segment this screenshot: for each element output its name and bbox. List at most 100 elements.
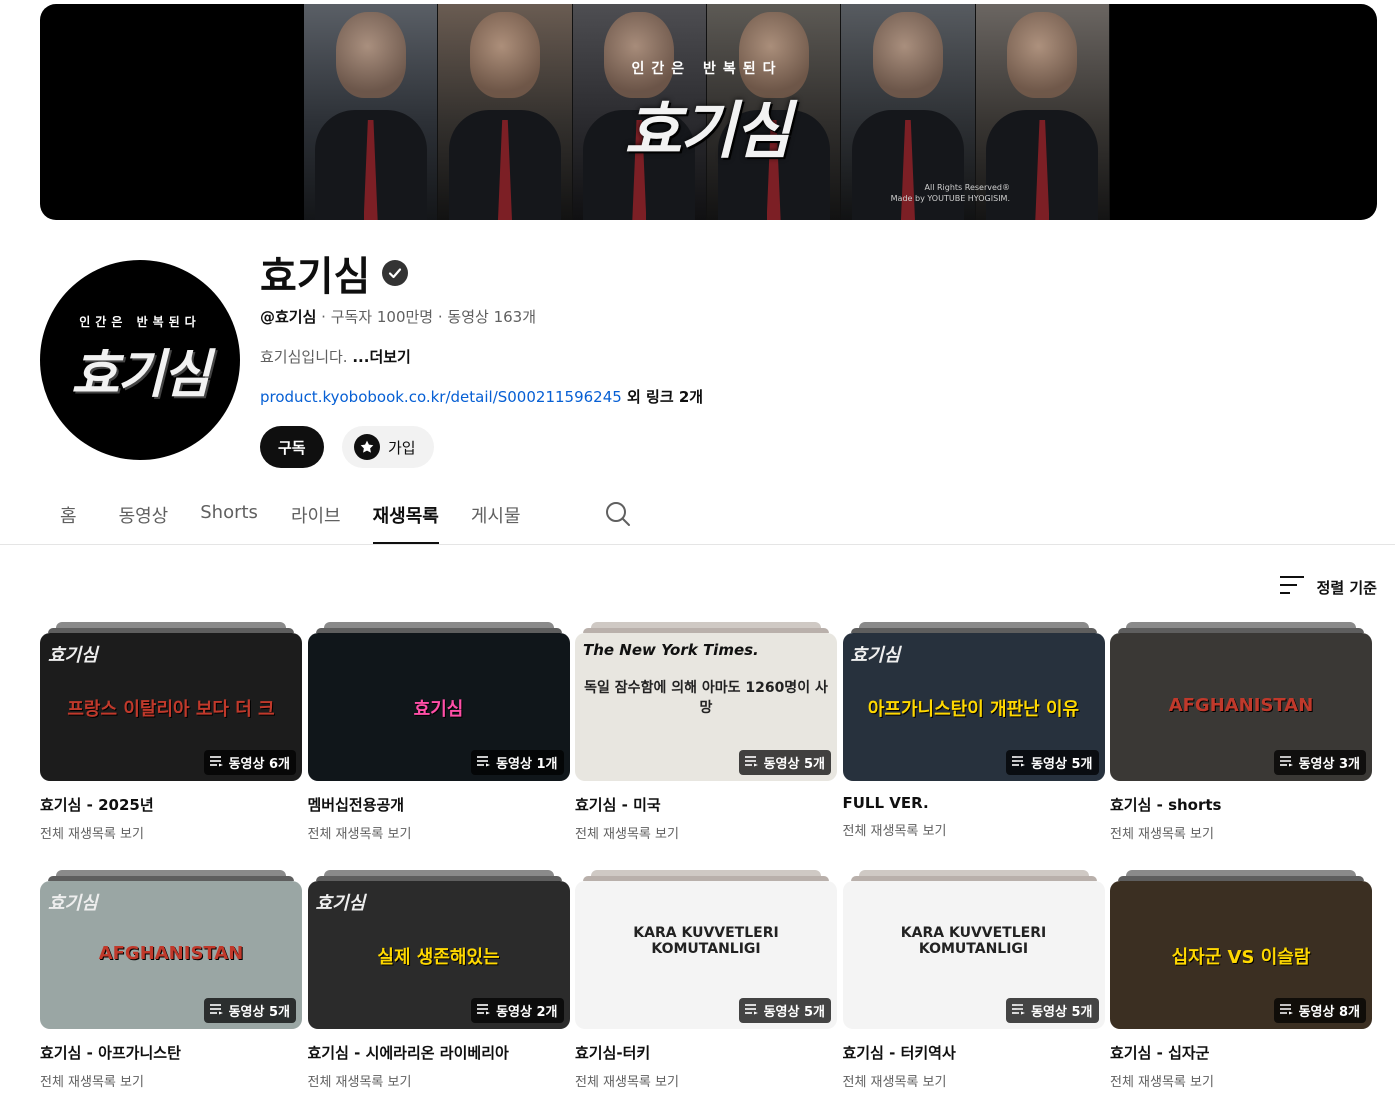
view-full-playlist-link[interactable]: 전체 재생목록 보기 xyxy=(40,823,302,842)
tab-home[interactable]: 홈 xyxy=(60,496,77,544)
video-count-badge: 동영상 3개 xyxy=(1273,750,1366,775)
channel-banner: 인간은 반복된다 효기심 All Rights Reserved® Made b… xyxy=(40,4,1377,220)
video-count-badge: 동영상 5개 xyxy=(1006,998,1099,1023)
video-count-badge: 동영상 5개 xyxy=(1006,750,1099,775)
channel-handle: @효기심 xyxy=(260,308,317,326)
thumbnail-caption: 효기심 xyxy=(413,699,464,720)
tab-posts[interactable]: 게시물 xyxy=(471,496,521,544)
view-full-playlist-link[interactable]: 전체 재생목록 보기 xyxy=(308,1071,570,1090)
playlist-card[interactable]: 효기심 아프가니스탄이 개판난 이유 동영상 5개 FULL VER. 전체 재… xyxy=(842,622,1105,842)
video-count-badge: 동영상 5개 xyxy=(738,998,831,1023)
channel-avatar[interactable]: 인간은 반복된다 효기심 xyxy=(40,260,240,460)
playlist-thumbnail[interactable]: The New York Times. 독일 잠수함에 의해 아마도 1260명… xyxy=(575,622,837,782)
playlist-thumbnail[interactable]: 효기심 프랑스 이탈리아 보다 더 크 동영상 6개 xyxy=(40,622,302,782)
more-links[interactable]: 외 링크 2개 xyxy=(622,388,703,406)
playlist-title[interactable]: FULL VER. xyxy=(843,794,1105,812)
channel-name: 효기심 xyxy=(260,244,409,302)
sort-icon xyxy=(1279,574,1305,600)
thumbnail-image: The New York Times. 독일 잠수함에 의해 아마도 1260명… xyxy=(575,633,837,781)
playlist-title[interactable]: 효기심 - 아프가니스탄 xyxy=(40,1042,302,1063)
star-icon xyxy=(354,434,380,460)
playlist-card[interactable]: KARA KUVVETLERI KOMUTANLIGI 동영상 5개 효기심-터… xyxy=(575,870,837,1090)
playlist-thumbnail[interactable]: 효기심 AFGHANISTAN 동영상 5개 xyxy=(40,870,302,1030)
playlist-thumbnail[interactable]: KARA KUVVETLERI KOMUTANLIGI 동영상 5개 xyxy=(842,870,1105,1030)
playlist-thumbnail[interactable]: AFGHANISTAN 동영상 3개 xyxy=(1110,622,1372,782)
playlist-card[interactable]: AFGHANISTAN 동영상 3개 효기심 - shorts 전체 재생목록 … xyxy=(1110,622,1372,842)
channel-description[interactable]: 효기심입니다. ...더보기 xyxy=(260,346,411,367)
more-link[interactable]: ...더보기 xyxy=(352,348,411,366)
view-full-playlist-link[interactable]: 전체 재생목록 보기 xyxy=(575,1071,837,1090)
playlist-title[interactable]: 효기심 - 미국 xyxy=(575,794,837,815)
playlist-icon xyxy=(744,755,759,771)
banner-subtitle: 인간은 반복된다 xyxy=(631,61,783,77)
playlist-thumbnail[interactable]: KARA KUVVETLERI KOMUTANLIGI 동영상 5개 xyxy=(575,870,837,1030)
playlist-title[interactable]: 효기심 - 2025년 xyxy=(40,794,302,815)
channel-external-link[interactable]: product.kyobobook.co.kr/detail/S00021159… xyxy=(260,388,622,406)
view-full-playlist-link[interactable]: 전체 재생목록 보기 xyxy=(40,1071,302,1090)
check-circle-icon xyxy=(382,260,409,286)
view-full-playlist-link[interactable]: 전체 재생목록 보기 xyxy=(843,820,1105,839)
thumbnail-image: 효기심 실제 생존해있는 동영상 2개 xyxy=(307,881,570,1029)
thumbnail-image: KARA KUVVETLERI KOMUTANLIGI 동영상 5개 xyxy=(842,881,1105,1029)
thumbnail-logo: The New York Times. xyxy=(583,641,759,659)
join-button[interactable]: 가입 xyxy=(342,426,434,468)
thumbnail-caption: 실제 생존해있는 xyxy=(377,947,500,968)
thumbnail-caption: 프랑스 이탈리아 보다 더 크 xyxy=(67,699,275,720)
playlist-title[interactable]: 효기심 - 시에라리온 라이베리아 xyxy=(308,1042,570,1063)
view-full-playlist-link[interactable]: 전체 재생목록 보기 xyxy=(843,1071,1105,1090)
playlist-card[interactable]: The New York Times. 독일 잠수함에 의해 아마도 1260명… xyxy=(575,622,837,842)
channel-page: 인간은 반복된다 효기심 All Rights Reserved® Made b… xyxy=(0,0,1395,1093)
channel-meta: @효기심 · 구독자 100만명 · 동영상 163개 xyxy=(260,306,536,327)
playlist-thumbnail[interactable]: 효기심 아프가니스탄이 개판난 이유 동영상 5개 xyxy=(842,622,1105,782)
view-full-playlist-link[interactable]: 전체 재생목록 보기 xyxy=(1110,1071,1372,1090)
playlist-icon xyxy=(209,755,224,771)
video-count-badge: 동영상 8개 xyxy=(1273,998,1366,1023)
banner-title: 효기심 xyxy=(624,94,791,167)
channel-tabs: 홈 동영상 Shorts 라이브 재생목록 게시물 xyxy=(40,496,521,544)
playlist-card[interactable]: 효기심 프랑스 이탈리아 보다 더 크 동영상 6개 효기심 - 2025년 전… xyxy=(40,622,302,842)
thumbnail-caption: KARA KUVVETLERI KOMUTANLIGI xyxy=(633,925,779,957)
view-full-playlist-link[interactable]: 전체 재생목록 보기 xyxy=(575,823,837,842)
thumbnail-image: AFGHANISTAN 동영상 3개 xyxy=(1110,633,1372,781)
playlist-icon xyxy=(1279,755,1294,771)
playlist-grid: 효기심 프랑스 이탈리아 보다 더 크 동영상 6개 효기심 - 2025년 전… xyxy=(40,622,1372,1090)
playlist-title[interactable]: 효기심 - 터키역사 xyxy=(843,1042,1105,1063)
video-count-badge: 동영상 5개 xyxy=(738,750,831,775)
playlist-icon xyxy=(744,1003,759,1019)
playlist-title[interactable]: 효기심-터키 xyxy=(575,1042,837,1063)
search-icon[interactable] xyxy=(604,500,632,528)
subscribe-button[interactable]: 구독 xyxy=(260,426,324,468)
join-label: 가입 xyxy=(388,439,416,457)
video-count-badge: 동영상 5개 xyxy=(203,998,296,1023)
channel-name-text: 효기심 xyxy=(260,254,371,300)
playlist-card[interactable]: KARA KUVVETLERI KOMUTANLIGI 동영상 5개 효기심 -… xyxy=(842,870,1105,1090)
sort-button[interactable]: 정렬 기준 xyxy=(1279,574,1377,600)
playlist-card[interactable]: 효기심 실제 생존해있는 동영상 2개 효기심 - 시에라리온 라이베리아 전체… xyxy=(307,870,570,1090)
thumbnail-image: 효기심 AFGHANISTAN 동영상 5개 xyxy=(40,881,302,1029)
playlist-title[interactable]: 효기심 - 십자군 xyxy=(1110,1042,1372,1063)
tab-live[interactable]: 라이브 xyxy=(291,496,341,544)
playlist-thumbnail[interactable]: 효기심 동영상 1개 xyxy=(307,622,570,782)
playlist-card[interactable]: 효기심 AFGHANISTAN 동영상 5개 효기심 - 아프가니스탄 전체 재… xyxy=(40,870,302,1090)
thumbnail-caption: AFGHANISTAN xyxy=(98,943,244,964)
channel-stats: · 구독자 100만명 · 동영상 163개 xyxy=(316,308,537,326)
view-full-playlist-link[interactable]: 전체 재생목록 보기 xyxy=(1110,823,1372,842)
thumbnail-caption: KARA KUVVETLERI KOMUTANLIGI xyxy=(900,925,1047,957)
playlist-icon xyxy=(477,1003,491,1019)
thumbnail-caption: AFGHANISTAN xyxy=(1168,695,1314,716)
playlist-thumbnail[interactable]: 효기심 실제 생존해있는 동영상 2개 xyxy=(307,870,570,1030)
tabs-divider xyxy=(0,544,1395,545)
thumbnail-logo: 효기심 xyxy=(850,645,901,666)
playlist-title[interactable]: 효기심 - shorts xyxy=(1110,794,1372,815)
tab-videos[interactable]: 동영상 xyxy=(119,496,169,544)
tab-shorts[interactable]: Shorts xyxy=(200,496,258,544)
playlist-icon xyxy=(209,1003,224,1019)
playlist-thumbnail[interactable]: 십자군 VS 이슬람 동영상 8개 xyxy=(1110,870,1372,1030)
view-full-playlist-link[interactable]: 전체 재생목록 보기 xyxy=(308,823,570,842)
playlist-card[interactable]: 십자군 VS 이슬람 동영상 8개 효기심 - 십자군 전체 재생목록 보기 xyxy=(1110,870,1372,1090)
playlist-title[interactable]: 멤버십전용공개 xyxy=(308,794,570,815)
tab-playlists[interactable]: 재생목록 xyxy=(372,496,440,544)
playlist-card[interactable]: 효기심 동영상 1개 멤버십전용공개 전체 재생목록 보기 xyxy=(307,622,570,842)
playlist-icon xyxy=(1012,755,1026,771)
avatar-subtitle: 인간은 반복된다 xyxy=(79,315,201,329)
